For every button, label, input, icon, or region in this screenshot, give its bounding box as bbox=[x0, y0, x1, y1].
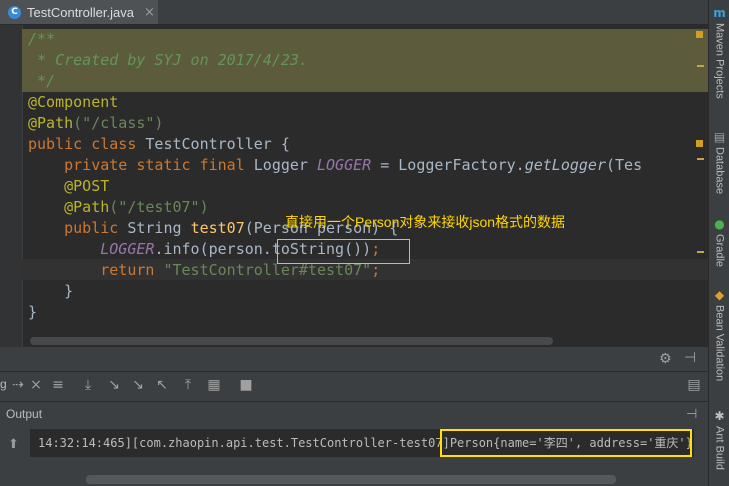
bean-icon: ◆ bbox=[714, 288, 725, 302]
tab-label: TestController.java bbox=[27, 4, 134, 20]
run-toolbar: g ⇢ × ≡ ⤓ ↘ ↘ ↖ ⤒ ▦ ■ ▤ bbox=[0, 371, 708, 402]
horizontal-scrollbar[interactable] bbox=[30, 337, 553, 345]
code-line-method-path: @Path("/test07") bbox=[28, 198, 209, 216]
code-line-post: @POST bbox=[28, 177, 110, 195]
evaluate-icon[interactable]: ▦ bbox=[204, 375, 224, 395]
code-line-logger: private static final Logger LOGGER = Log… bbox=[28, 156, 643, 174]
run-panel-header: ⚙ ⊣ bbox=[0, 347, 708, 372]
scroll-marker[interactable] bbox=[697, 251, 704, 253]
code-line-close-class: } bbox=[28, 303, 38, 321]
pin-icon[interactable]: ⇢ bbox=[8, 375, 28, 395]
ant-build-label: Ant Build bbox=[713, 426, 726, 471]
code-line-component: @Component bbox=[28, 93, 119, 111]
database-tool[interactable]: ▤ Database bbox=[709, 130, 729, 194]
warning-marker[interactable] bbox=[696, 140, 703, 147]
run-tab-fragment[interactable]: g bbox=[0, 377, 7, 391]
ant-build-tool[interactable]: ✱ Ant Build bbox=[709, 409, 729, 470]
database-label: Database bbox=[713, 147, 726, 195]
parameter-highlight-box bbox=[277, 239, 410, 264]
output-side-toolbar: ⬆ bbox=[0, 429, 30, 474]
maven-projects-tool[interactable]: m Maven Projects bbox=[709, 6, 729, 99]
warning-marker[interactable] bbox=[696, 31, 703, 38]
maven-projects-label: Maven Projects bbox=[713, 23, 726, 99]
bean-validation-label: Bean Validation bbox=[713, 305, 726, 382]
pin-icon[interactable]: ⊣ bbox=[686, 407, 697, 422]
run-panel: ⚙ ⊣ g ⇢ × ≡ ⤓ ↘ ↘ ↖ ⤒ ▦ ■ ▤ Output ⊣ ⬆ 1… bbox=[0, 347, 708, 486]
close-icon[interactable]: × bbox=[144, 5, 155, 20]
gradle-label: Gradle bbox=[713, 234, 726, 268]
restore-layout-icon[interactable]: ▤ bbox=[684, 375, 704, 395]
run-to-cursor-icon[interactable]: ⤒ bbox=[178, 375, 198, 395]
step-out-icon[interactable]: ↖ bbox=[152, 375, 172, 395]
output-label: Output bbox=[6, 407, 43, 421]
bean-validation-tool[interactable]: ◆ Bean Validation bbox=[709, 288, 729, 381]
doc-comment-line-3: */ bbox=[22, 71, 708, 92]
database-icon: ▤ bbox=[713, 130, 726, 144]
right-tool-strip: m Maven Projects ▤ Database ● Gradle ◆ B… bbox=[708, 0, 729, 486]
force-step-icon[interactable]: ↘ bbox=[128, 375, 148, 395]
editor-tab-bar: C TestController.java × bbox=[0, 0, 708, 25]
doc-comment-line-2: * Created by SYJ on 2017/4/23. bbox=[22, 50, 708, 71]
tab-test-controller[interactable]: C TestController.java × bbox=[0, 0, 158, 24]
maven-icon: m bbox=[713, 6, 726, 20]
scroll-up-icon[interactable]: ⬆ bbox=[8, 437, 19, 452]
console-prefix: 14:32:14:465][com.zhaopin.api.test.TestC… bbox=[38, 436, 450, 450]
code-line-class-decl: public class TestController { bbox=[28, 135, 290, 153]
step-into-icon[interactable]: ↘ bbox=[104, 375, 124, 395]
code-line-class-path: @Path("/class") bbox=[28, 114, 164, 132]
annotation-callout: 直接用一个Person对象来接收json格式的数据 bbox=[285, 214, 566, 230]
ant-icon: ✱ bbox=[714, 409, 725, 423]
stop-icon[interactable]: ■ bbox=[236, 375, 256, 395]
gradle-tool[interactable]: ● Gradle bbox=[709, 217, 729, 267]
output-header: Output ⊣ bbox=[0, 405, 708, 427]
editor-gutter bbox=[0, 25, 23, 347]
console-horizontal-scrollbar[interactable] bbox=[86, 475, 616, 484]
step-over-icon[interactable]: ⤓ bbox=[78, 375, 98, 395]
code-line-close-method: } bbox=[28, 282, 74, 300]
hide-panel-icon[interactable]: ⊣ bbox=[684, 350, 696, 366]
tree-icon[interactable]: ≡ bbox=[48, 375, 68, 395]
gear-icon[interactable]: ⚙ bbox=[659, 351, 672, 367]
gradle-icon: ● bbox=[714, 217, 725, 231]
java-class-icon: C bbox=[8, 5, 21, 19]
doc-comment-line-1: /** bbox=[22, 29, 708, 50]
close-icon[interactable]: × bbox=[26, 375, 46, 395]
scroll-marker[interactable] bbox=[697, 65, 704, 67]
output-highlight-box bbox=[440, 429, 692, 457]
code-editor[interactable]: /** * Created by SYJ on 2017/4/23. */ @C… bbox=[0, 25, 708, 347]
scroll-marker[interactable] bbox=[697, 158, 704, 160]
